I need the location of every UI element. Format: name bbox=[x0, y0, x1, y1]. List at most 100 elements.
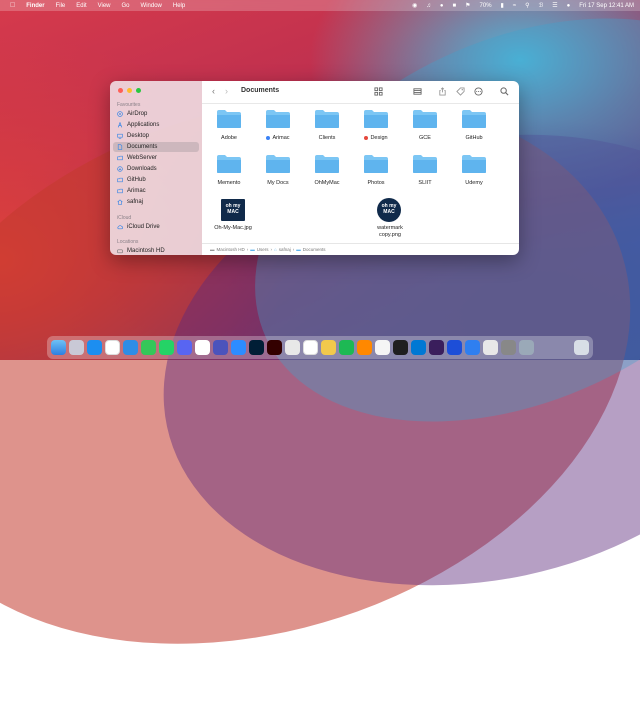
search-icon[interactable] bbox=[500, 87, 509, 96]
folder-label[interactable]: Design bbox=[351, 135, 401, 141]
folder-label[interactable]: My Docs bbox=[253, 180, 303, 186]
chrome-dock-icon[interactable] bbox=[105, 340, 120, 355]
calendar-dock-icon[interactable] bbox=[303, 340, 318, 355]
phpstorm-dock-icon[interactable] bbox=[429, 340, 444, 355]
status-circle-icon[interactable]: ◉ bbox=[412, 2, 417, 9]
vscode-dock-icon[interactable] bbox=[411, 340, 426, 355]
menu-go[interactable]: Go bbox=[122, 3, 130, 9]
apple-icon[interactable]:  bbox=[10, 2, 15, 9]
stickies-dock-icon[interactable] bbox=[321, 340, 336, 355]
control-center-icon[interactable]: ☰ bbox=[552, 2, 557, 9]
path-segment[interactable]: Documents bbox=[303, 247, 326, 252]
folder-label[interactable]: GitHub bbox=[449, 135, 499, 141]
slack-dock-icon[interactable] bbox=[195, 340, 210, 355]
finder-dock-icon[interactable] bbox=[51, 340, 66, 355]
folder-icon[interactable] bbox=[265, 154, 291, 174]
whatsapp-dock-icon[interactable] bbox=[159, 340, 174, 355]
folder-icon[interactable] bbox=[461, 109, 487, 129]
file-name-line2[interactable]: copy.png bbox=[365, 232, 415, 238]
folder-label[interactable]: Clients bbox=[302, 135, 352, 141]
sidebar-item-applications[interactable]: Applications bbox=[113, 120, 199, 130]
folder-label[interactable]: Adobe bbox=[204, 135, 254, 141]
status-note-icon[interactable]: ♫ bbox=[426, 3, 431, 9]
sidebar-item-webserver[interactable]: WebServer bbox=[113, 153, 199, 163]
sidebar-item-safnaj[interactable]: safnaj bbox=[113, 197, 199, 207]
folder-label[interactable]: Photos bbox=[351, 180, 401, 186]
discord-dock-icon[interactable] bbox=[177, 340, 192, 355]
forward-icon[interactable]: › bbox=[225, 86, 228, 96]
folder-label[interactable]: SLIIT bbox=[400, 180, 450, 186]
folder-label[interactable]: Udemy bbox=[449, 180, 499, 186]
activity-monitor-dock-icon[interactable] bbox=[519, 340, 534, 355]
folder-label[interactable]: GCE bbox=[400, 135, 450, 141]
folder-icon[interactable] bbox=[216, 154, 242, 174]
path-segment[interactable]: Macintosh HD bbox=[217, 247, 245, 252]
path-segment[interactable]: Users bbox=[257, 247, 269, 252]
folder-icon[interactable] bbox=[412, 109, 438, 129]
minimize-button[interactable] bbox=[127, 88, 132, 93]
notes-dock-icon[interactable] bbox=[285, 340, 300, 355]
sidebar-item-documents[interactable]: Documents bbox=[113, 142, 199, 152]
close-button[interactable] bbox=[118, 88, 123, 93]
folder-icon[interactable] bbox=[363, 154, 389, 174]
menu-view[interactable]: View bbox=[98, 3, 111, 9]
siri-icon[interactable]: ● bbox=[567, 3, 571, 9]
tag-icon[interactable] bbox=[456, 87, 465, 96]
illustrator-dock-icon[interactable] bbox=[267, 340, 282, 355]
menu-window[interactable]: Window bbox=[141, 3, 162, 9]
image-thumbnail[interactable]: oh my MAC bbox=[377, 198, 401, 222]
folder-label[interactable]: OhMyMac bbox=[302, 180, 352, 186]
group-icon[interactable] bbox=[413, 87, 422, 96]
file-name-line1[interactable]: watermark bbox=[365, 225, 415, 231]
sidebar-item-macintosh-hd[interactable]: Macintosh HD bbox=[113, 246, 199, 255]
battery-icon[interactable]: ▮ bbox=[501, 2, 504, 9]
bluetooth-icon[interactable]: ℬ bbox=[539, 2, 544, 9]
system-preferences-dock-icon[interactable] bbox=[483, 340, 498, 355]
menu-help[interactable]: Help bbox=[173, 3, 185, 9]
folder-icon[interactable] bbox=[363, 109, 389, 129]
folder-icon[interactable] bbox=[314, 109, 340, 129]
launchpad-dock-icon[interactable] bbox=[69, 340, 84, 355]
status-s-icon[interactable]: ● bbox=[440, 3, 444, 9]
teams-dock-icon[interactable] bbox=[213, 340, 228, 355]
messages-dock-icon[interactable] bbox=[141, 340, 156, 355]
preview-dock-icon[interactable] bbox=[375, 340, 390, 355]
safari-dock-icon[interactable] bbox=[87, 340, 102, 355]
folder-icon[interactable] bbox=[461, 154, 487, 174]
menu-edit[interactable]: Edit bbox=[76, 3, 86, 9]
menu-app-name[interactable]: Finder bbox=[26, 3, 44, 9]
sidebar-item-github[interactable]: GitHub bbox=[113, 175, 199, 185]
sidebar-item-downloads[interactable]: Downloads bbox=[113, 164, 199, 174]
app-store-dock-icon[interactable] bbox=[465, 340, 480, 355]
flag-icon[interactable]: ⚑ bbox=[465, 2, 470, 9]
menu-file[interactable]: File bbox=[56, 3, 66, 9]
folder-icon[interactable] bbox=[265, 109, 291, 129]
sidebar-item-icloud-drive[interactable]: iCloud Drive bbox=[113, 222, 199, 232]
photoshop-dock-icon[interactable] bbox=[249, 340, 264, 355]
settings-dock-icon[interactable] bbox=[501, 340, 516, 355]
trash-dock-icon[interactable] bbox=[574, 340, 589, 355]
share-icon[interactable] bbox=[438, 87, 447, 96]
spotify-dock-icon[interactable] bbox=[339, 340, 354, 355]
sidebar-item-airdrop[interactable]: AirDrop bbox=[113, 109, 199, 119]
terminal-dock-icon[interactable] bbox=[393, 340, 408, 355]
zoom-button[interactable] bbox=[136, 88, 141, 93]
folder-icon[interactable] bbox=[412, 154, 438, 174]
clock[interactable]: Fri 17 Sep 12:41 AM bbox=[579, 3, 634, 9]
docker-dock-icon[interactable] bbox=[447, 340, 462, 355]
search-icon[interactable]: ⚲ bbox=[525, 2, 529, 9]
sidebar-item-desktop[interactable]: Desktop bbox=[113, 131, 199, 141]
path-segment[interactable]: safnaj bbox=[279, 247, 291, 252]
folder-label[interactable]: Memento bbox=[204, 180, 254, 186]
grid-view-icon[interactable] bbox=[374, 87, 383, 96]
folder-icon[interactable] bbox=[216, 109, 242, 129]
sidebar-item-arimac[interactable]: Arimac bbox=[113, 186, 199, 196]
status-shield-icon[interactable]: ■ bbox=[453, 3, 457, 9]
image-thumbnail[interactable]: oh my MAC bbox=[221, 199, 245, 221]
zoom-dock-icon[interactable] bbox=[231, 340, 246, 355]
file-name[interactable]: Oh-My-Mac.jpg bbox=[208, 225, 258, 231]
folder-icon[interactable] bbox=[314, 154, 340, 174]
wifi-icon[interactable]: ≈ bbox=[513, 3, 516, 9]
vlc-dock-icon[interactable] bbox=[357, 340, 372, 355]
folder-label[interactable]: Arimac bbox=[253, 135, 303, 141]
